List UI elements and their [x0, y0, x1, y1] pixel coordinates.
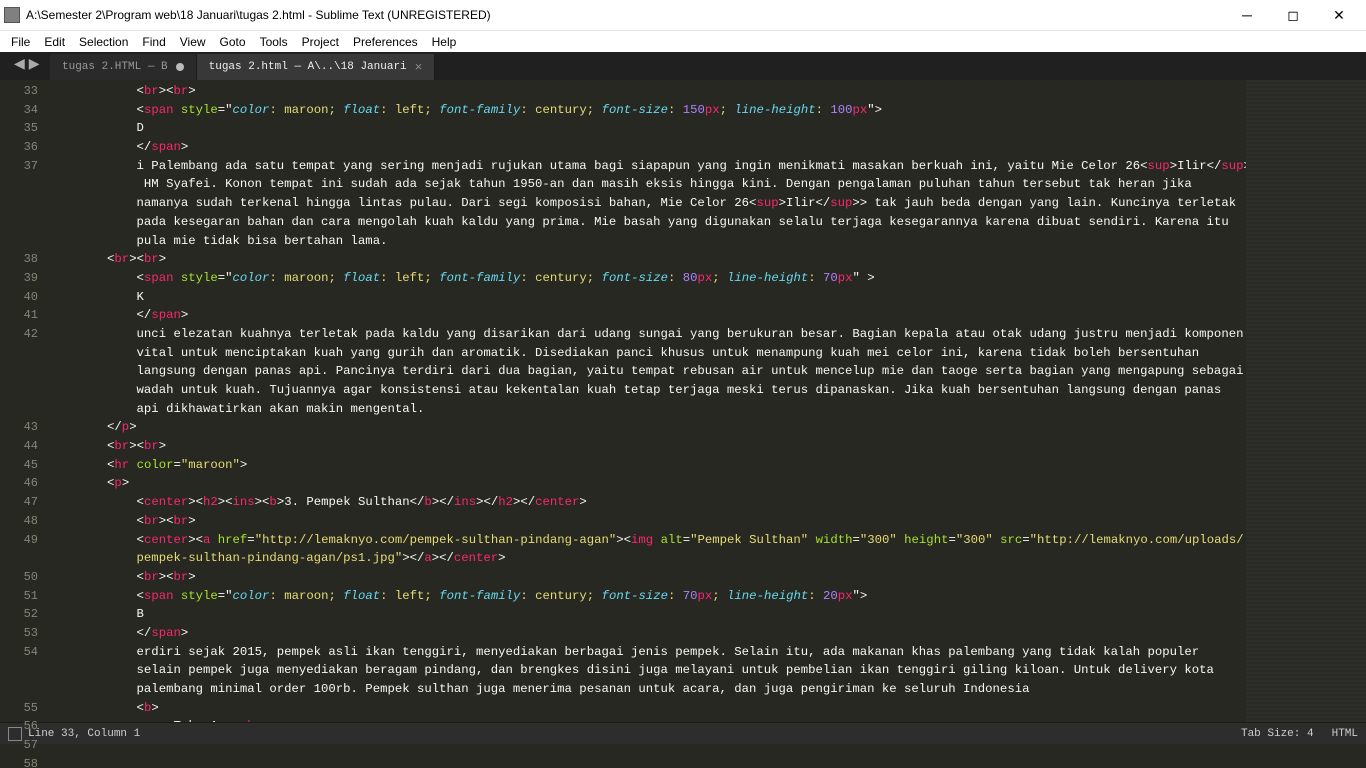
editor-area: 3334353637383940414243444546474849505152… — [0, 80, 1366, 722]
maximize-button[interactable]: ◻ — [1270, 0, 1316, 30]
menu-goto[interactable]: Goto — [213, 35, 253, 49]
menu-project[interactable]: Project — [295, 35, 346, 49]
window-title: A:\Semester 2\Program web\18 Januari\tug… — [26, 8, 1224, 22]
app-icon — [4, 7, 20, 23]
window-titlebar: A:\Semester 2\Program web\18 Januari\tug… — [0, 0, 1366, 30]
nav-forward-icon[interactable]: ▶ — [29, 56, 40, 73]
menu-file[interactable]: File — [4, 35, 37, 49]
tab-1-label: tugas 2.HTML — B — [62, 61, 168, 73]
minimap[interactable] — [1246, 80, 1366, 722]
menu-preferences[interactable]: Preferences — [346, 35, 425, 49]
tab-2-label: tugas 2.html — A\..\18 Januari — [209, 61, 407, 73]
line-number-gutter: 3334353637383940414243444546474849505152… — [0, 80, 48, 722]
tab-bar: ◀ ▶ tugas 2.HTML — B tugas 2.html — A\..… — [0, 52, 1366, 80]
tab-2[interactable]: tugas 2.html — A\..\18 Januari × — [197, 54, 436, 80]
minimize-button[interactable]: ─ — [1224, 0, 1270, 30]
dirty-indicator-icon — [176, 63, 184, 71]
window-controls: ─ ◻ ✕ — [1224, 0, 1362, 30]
status-tab-size[interactable]: Tab Size: 4 — [1241, 728, 1314, 740]
code-view[interactable]: <br><br> <span style="color: maroon; flo… — [48, 80, 1246, 722]
menu-help[interactable]: Help — [425, 35, 464, 49]
status-syntax[interactable]: HTML — [1332, 728, 1358, 740]
menu-find[interactable]: Find — [135, 35, 172, 49]
close-button[interactable]: ✕ — [1316, 0, 1362, 30]
menu-edit[interactable]: Edit — [37, 35, 72, 49]
statusbar: Line 33, Column 1 Tab Size: 4 HTML — [0, 722, 1366, 744]
close-tab-icon[interactable]: × — [415, 60, 423, 75]
menu-selection[interactable]: Selection — [72, 35, 135, 49]
menubar: File Edit Selection Find View Goto Tools… — [0, 30, 1366, 52]
menu-tools[interactable]: Tools — [253, 35, 295, 49]
tab-1[interactable]: tugas 2.HTML — B — [50, 54, 197, 80]
nav-back-icon[interactable]: ◀ — [14, 56, 25, 73]
menu-view[interactable]: View — [173, 35, 213, 49]
